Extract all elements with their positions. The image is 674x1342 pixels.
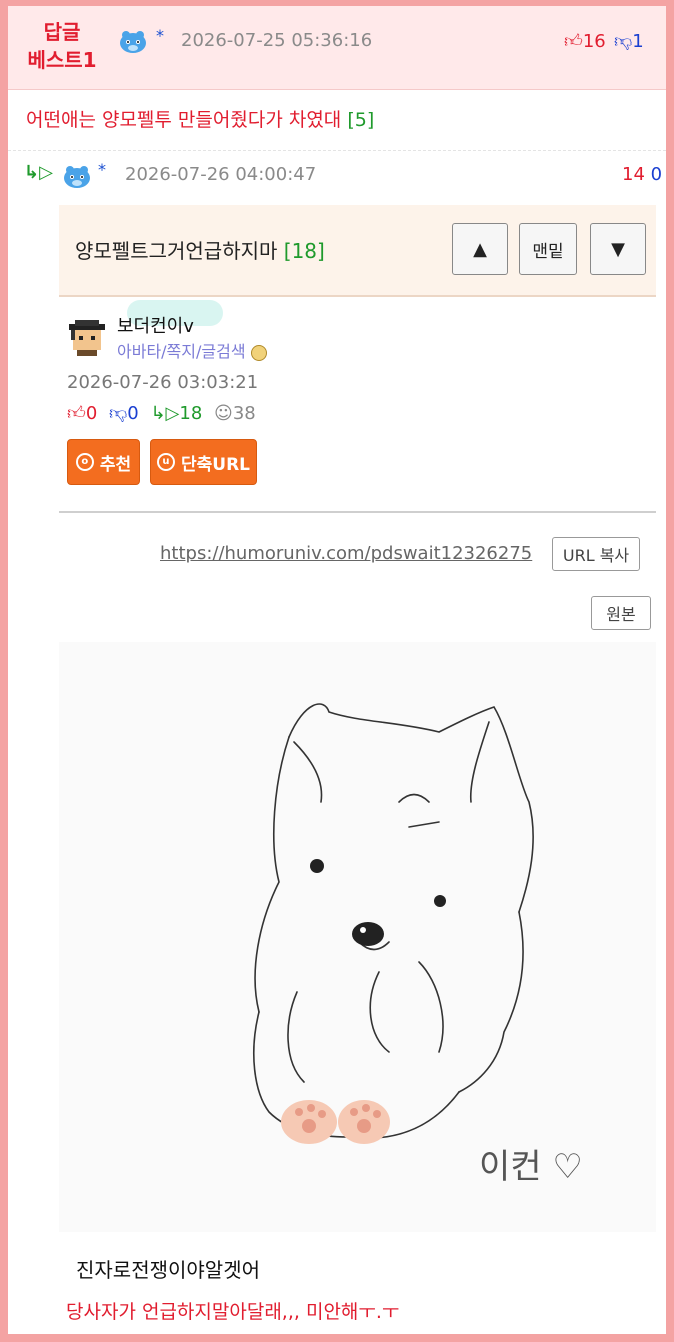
circle-o-icon: o — [75, 453, 94, 471]
post-image[interactable]: 이컨 ♡ — [59, 642, 656, 1232]
puppy-drawing: 이컨 ♡ — [253, 703, 583, 1187]
go-bottom-button[interactable]: 맨밑 — [519, 223, 577, 275]
drawing-signature: 이컨 ♡ — [479, 1147, 583, 1187]
thumbs-down-icon: 👎︎ — [614, 31, 633, 52]
author-links[interactable]: 아바타/쪽지/글검색 — [117, 338, 267, 362]
thumbs-down-icon: 👎︎ — [109, 403, 128, 424]
prev-post-button[interactable]: ▲ — [452, 223, 508, 275]
post-body-line2: 당사자가 언급하지말아달래,,, 미안해ㅜ.ㅜ — [66, 1301, 400, 1323]
reply-up-count: 14 — [622, 164, 645, 185]
best-comment-header: 답글 베스트1 * 2026-07-25 05:36:16 👍︎16 👎︎1 — [8, 6, 666, 90]
best-comment-title[interactable]: 어떤애는 양모펠투 만들어줬다가 차였대 [5] — [26, 105, 374, 132]
reply-date: 2026-07-26 04:00:47 — [125, 164, 317, 185]
reply-down-count: 0 — [650, 164, 663, 185]
best-badge-line1: 답글 — [43, 20, 81, 44]
reply-icon: ↳▷ — [150, 403, 180, 424]
level-badge-icon — [250, 344, 267, 361]
best-comment-date: 2026-07-25 05:36:16 — [181, 30, 373, 51]
best-downvote[interactable]: 👎︎1 — [614, 30, 644, 52]
view-icon: ☺ — [214, 403, 233, 424]
circle-u-icon: u — [156, 453, 175, 471]
best-badge-line2: 베스트1 — [27, 48, 97, 72]
user-mascot-icon[interactable] — [118, 28, 148, 54]
thumbs-up-icon: 👍︎ — [564, 31, 583, 52]
reply-arrow-icon: ↳▷ — [24, 162, 53, 183]
author-name[interactable]: 보더컨이v — [117, 312, 194, 338]
short-url-button[interactable]: u 단축URL — [150, 439, 257, 485]
reply-count: [5] — [347, 109, 375, 131]
reply-votes: 14 0 — [622, 164, 662, 185]
post-url-link[interactable]: https://humoruniv.com/pdswait12326275 — [160, 543, 532, 564]
best-upvote[interactable]: 👍︎16 — [564, 30, 606, 52]
url-copy-button[interactable]: URL 복사 — [552, 537, 640, 571]
post-date: 2026-07-26 03:03:21 — [67, 372, 259, 393]
post-title: 양모펠트그거언급하지마 [18] — [75, 239, 325, 263]
post-reply-count: [18] — [283, 239, 325, 263]
post-stats: 👍︎0 👎︎0 ↳▷18 ☺38 — [67, 403, 256, 424]
best-reply-badge: 답글 베스트1 — [25, 18, 99, 74]
next-post-button[interactable]: ▼ — [590, 223, 646, 275]
post-header: 양모펠트그거언급하지마 [18] ▲ 맨밑 ▼ — [59, 205, 656, 297]
user-star: * — [156, 26, 164, 45]
author-box: 보더컨이v 아바타/쪽지/글검색 2026-07-26 03:03:21 👍︎0… — [59, 296, 656, 513]
post-body-line1: 진자로전쟁이야알겟어 — [76, 1258, 260, 1282]
avatar[interactable] — [67, 318, 107, 356]
best-comment-title-row[interactable]: 어떤애는 양모펠투 만들어줬다가 차였대 [5] — [8, 90, 666, 151]
user-mascot-icon[interactable] — [62, 163, 92, 189]
original-image-button[interactable]: 원본 — [591, 596, 651, 630]
thumbs-up-icon: 👍︎ — [67, 403, 86, 424]
recommend-button[interactable]: o 추천 — [67, 439, 140, 485]
user-star: * — [98, 160, 106, 179]
